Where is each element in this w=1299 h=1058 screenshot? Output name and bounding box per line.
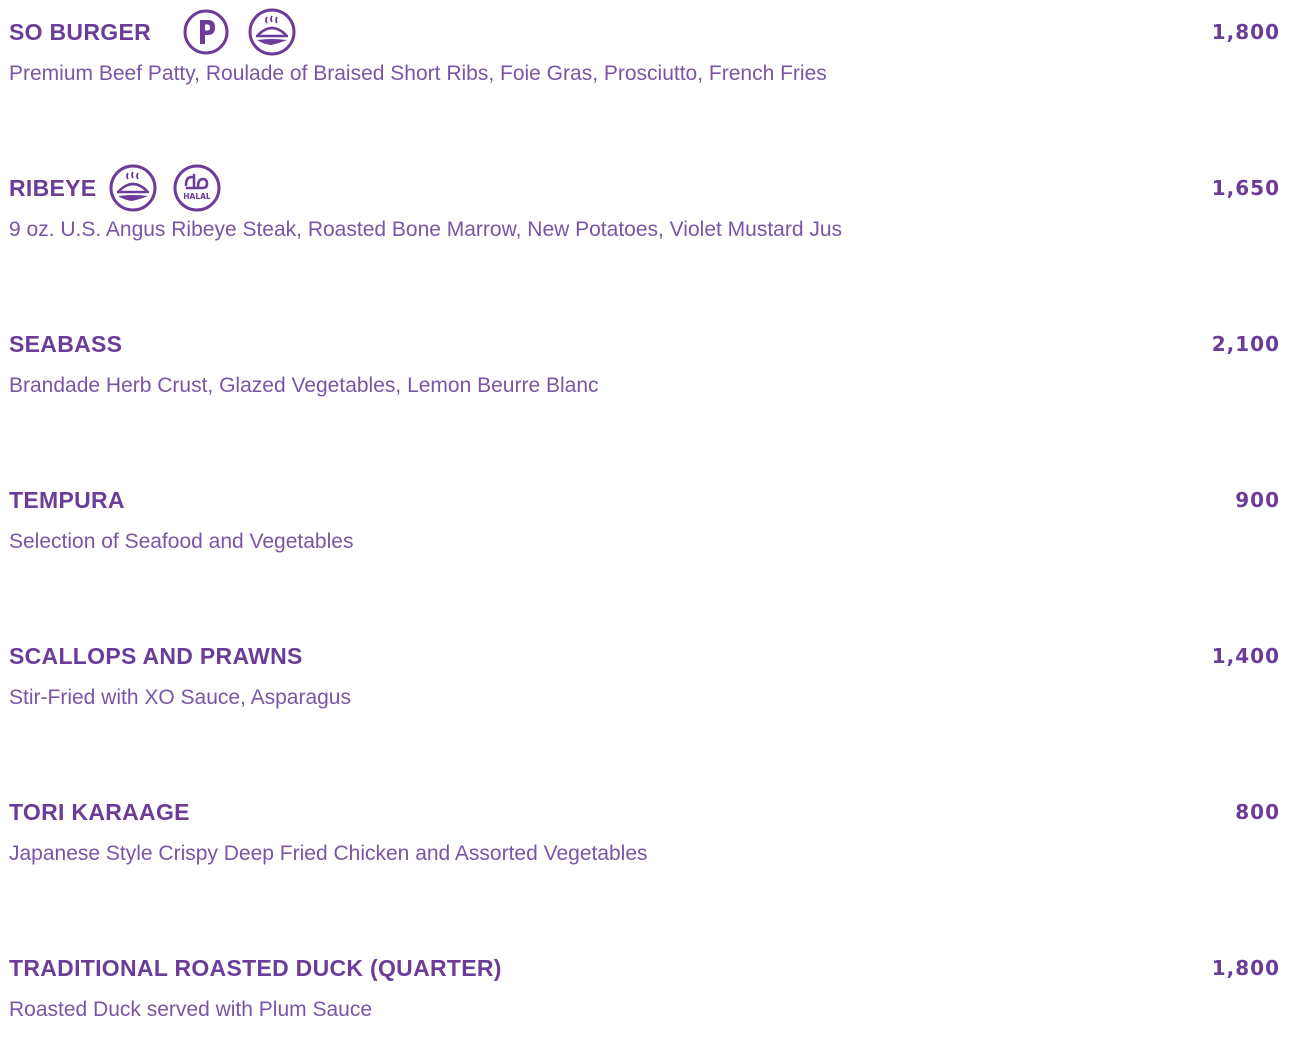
menu-item-price: 800: [1235, 800, 1280, 824]
menu-item-header: TORI KARAAGE: [9, 792, 190, 832]
menu-item-header: SEABASS: [9, 324, 122, 364]
menu-item-header: SCALLOPS AND PRAWNS: [9, 636, 303, 676]
menu-item-name: TEMPURA: [9, 486, 125, 513]
menu-item-price: 900: [1235, 488, 1280, 512]
menu-item: TRADITIONAL ROASTED DUCK (QUARTER) 1,800…: [0, 948, 1299, 1058]
menu-item: TEMPURA 900 Selection of Seafood and Veg…: [0, 480, 1299, 590]
signature-dish-icon: [247, 7, 297, 57]
menu-item-description: 9 oz. U.S. Angus Ribeye Steak, Roasted B…: [9, 218, 843, 241]
menu-item-name: SCALLOPS AND PRAWNS: [9, 642, 303, 669]
menu-item-header: SO BURGER: [9, 8, 297, 56]
menu-item: RIBEYE HALAL 1,650 9 oz. U.S. Angus Ribe…: [0, 164, 1299, 278]
halal-label: HALAL: [184, 192, 212, 201]
menu-item-description: Premium Beef Patty, Roulade of Braised S…: [9, 62, 827, 85]
menu-item-description: Stir-Fried with XO Sauce, Asparagus: [9, 686, 351, 709]
menu-item-price: 1,800: [1211, 20, 1280, 44]
signature-dish-icon: [108, 163, 158, 213]
menu-item-icons: [163, 7, 297, 57]
menu-list: SO BURGER 1,800 Premium Beef Patty, Roul…: [0, 0, 1299, 1036]
menu-item-icons: HALAL: [108, 163, 222, 213]
menu-item-description: Japanese Style Crispy Deep Fried Chicken…: [9, 842, 648, 865]
menu-item-name: SEABASS: [9, 330, 123, 357]
menu-item-header: TEMPURA: [9, 480, 125, 520]
menu-item-price: 1,800: [1211, 956, 1280, 980]
menu-item-description: Selection of Seafood and Vegetables: [9, 530, 354, 553]
menu-item-header: TRADITIONAL ROASTED DUCK (QUARTER): [9, 948, 502, 988]
menu-item-name: TRADITIONAL ROASTED DUCK (QUARTER): [9, 954, 502, 981]
pork-icon: [181, 7, 231, 57]
menu-item: SCALLOPS AND PRAWNS 1,400 Stir-Fried wit…: [0, 636, 1299, 746]
menu-item-price: 2,100: [1211, 332, 1280, 356]
menu-item-price: 1,400: [1211, 644, 1280, 668]
menu-item: TORI KARAAGE 800 Japanese Style Crispy D…: [0, 792, 1299, 902]
menu-item-description: Brandade Herb Crust, Glazed Vegetables, …: [9, 374, 599, 397]
menu-item-name: SO BURGER: [9, 18, 151, 45]
menu-item-price: 1,650: [1211, 176, 1280, 200]
menu-item-name: RIBEYE: [9, 174, 97, 201]
menu-item-name: TORI KARAAGE: [9, 798, 190, 825]
menu-item-description: Roasted Duck served with Plum Sauce: [9, 998, 372, 1021]
halal-icon: HALAL: [172, 163, 222, 213]
menu-item-header: RIBEYE HALAL: [9, 164, 222, 212]
menu-item: SO BURGER 1,800 Premium Beef Patty, Roul…: [0, 8, 1299, 122]
menu-item: SEABASS 2,100 Brandade Herb Crust, Glaze…: [0, 324, 1299, 434]
